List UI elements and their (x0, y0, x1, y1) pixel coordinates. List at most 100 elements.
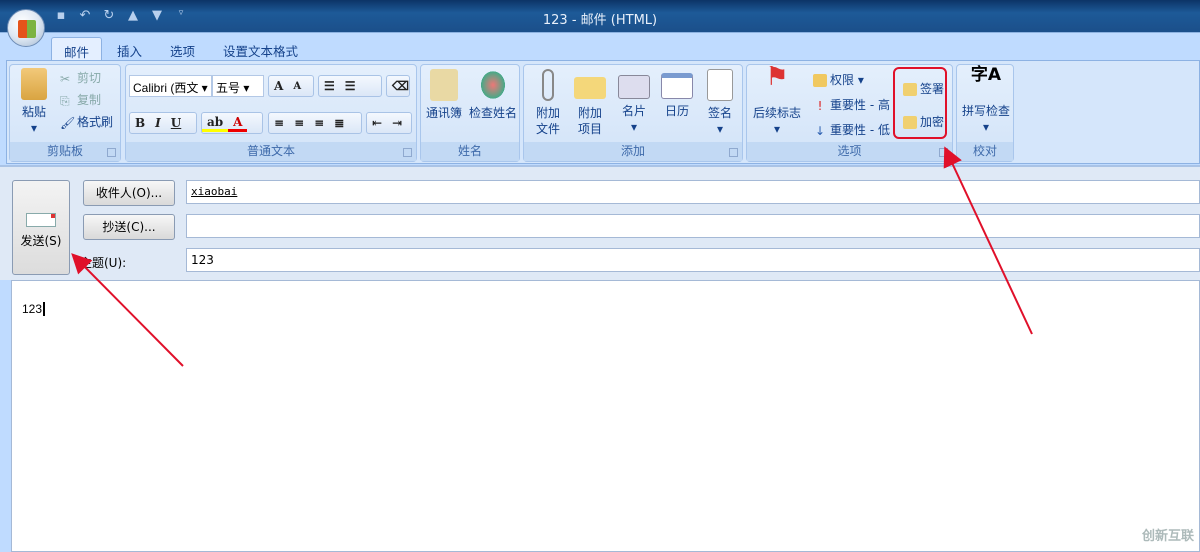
spelling-button[interactable]: 字A 拼写检查 ▾ (959, 67, 1013, 135)
group-include: 附加 文件 附加项目 名片 ▾ 日历 签名 ▾ 添加 (523, 64, 743, 162)
dialog-launcher[interactable] (729, 148, 738, 157)
align-right-icon[interactable]: ≡ (309, 116, 329, 130)
subject-label: 主题(U): (80, 256, 127, 270)
group-label: 普通文本 (126, 142, 416, 161)
body-text: 123 (22, 302, 49, 316)
cc-field[interactable] (186, 214, 1200, 238)
font-size-select[interactable]: 五号 ▾ (212, 75, 264, 97)
attach-item-label: 附加 (577, 106, 602, 120)
paste-button[interactable]: 粘贴 ▾ (14, 68, 54, 136)
send-envelope-icon (26, 213, 56, 227)
exclamation-icon: ! (817, 99, 823, 113)
to-field[interactable]: xiaobai (186, 180, 1200, 204)
calendar-icon (661, 73, 693, 99)
to-button[interactable]: 收件人(O)... (83, 180, 175, 206)
subject-field[interactable]: 123 (186, 248, 1200, 272)
group-names: 通讯簿 检查姓名 姓名 (420, 64, 520, 162)
dialog-launcher[interactable] (107, 148, 116, 157)
align-center-icon[interactable]: ≡ (289, 116, 309, 130)
group-label: 姓名 (421, 142, 519, 161)
signature-label: 签名 (707, 106, 732, 120)
tab-message[interactable]: 邮件 (51, 37, 103, 61)
format-painter-button[interactable]: 🖌 格式刷 (60, 113, 113, 130)
calendar-label: 日历 (664, 104, 689, 118)
format-painter-label: 格式刷 (77, 115, 114, 129)
group-label: 校对 (957, 142, 1013, 161)
tab-insert[interactable]: 插入 (117, 37, 142, 61)
increase-indent-icon[interactable]: ⇥ (387, 116, 407, 130)
attach-file-button[interactable]: 附加 文件 (528, 69, 568, 137)
spelling-label: 拼写检查 (961, 104, 1010, 118)
to-recipient: xiaobai (191, 185, 238, 198)
message-body[interactable]: 123 (11, 280, 1200, 552)
italic-button[interactable]: I (150, 116, 166, 130)
business-card-button[interactable]: 名片 ▾ (614, 69, 654, 135)
group-label: 选项 (747, 142, 952, 161)
group-label: 剪贴板 (10, 142, 120, 161)
spelling-icon: 字A (970, 65, 1002, 85)
office-button[interactable] (7, 9, 45, 47)
low-importance-label: 重要性 - 低 (830, 123, 890, 137)
title-bar: ▪ ↶ ↻ ▲ ▼ ▿ 123 - 邮件 (HTML) (0, 0, 1200, 32)
bold-button[interactable]: B (130, 116, 150, 130)
scissors-icon: ✂ (60, 72, 71, 86)
group-clipboard: 粘贴 ▾ ✂ 剪切 ⎘ 复制 🖌 格式刷 剪贴板 (9, 64, 121, 162)
business-card-icon (618, 75, 650, 99)
clear-format-button[interactable]: ⌫ (386, 75, 410, 97)
low-importance-button[interactable]: ↓ 重要性 - 低 (813, 121, 895, 138)
paperclip-icon (542, 69, 554, 101)
font-select[interactable]: Calibri (西文 ▾ (129, 75, 212, 97)
ribbon: 粘贴 ▾ ✂ 剪切 ⎘ 复制 🖌 格式刷 剪贴板 Calibri (西文 ▾ 五号 ▾ … (6, 60, 1200, 164)
calendar-button[interactable]: 日历 (657, 69, 697, 119)
font-style-buttons: B I U (129, 112, 197, 134)
permission-button[interactable]: 权限 ▾ (813, 71, 864, 88)
window-title: 123 - 邮件 (HTML) (542, 13, 658, 28)
office-logo-icon (18, 20, 36, 38)
grow-font-icon[interactable]: A (269, 79, 288, 93)
shrink-font-icon[interactable]: A (288, 81, 306, 92)
tab-options[interactable]: 选项 (170, 37, 195, 61)
highlight-icon[interactable]: ab (202, 115, 229, 132)
font-grow-shrink[interactable]: AA (268, 75, 314, 97)
flag-icon: ⚑ (765, 62, 789, 92)
clear-format-icon: ⌫ (392, 79, 409, 93)
address-book-button[interactable]: 通讯簿 (423, 69, 465, 121)
permission-label: 权限 (830, 73, 855, 87)
list-buttons[interactable]: ☰ ☰ (318, 75, 382, 97)
justify-icon[interactable]: ≣ (329, 116, 349, 130)
send-button[interactable]: 发送(S) (12, 180, 70, 275)
paste-icon (21, 68, 47, 100)
tab-format-text[interactable]: 设置文本格式 (223, 37, 298, 61)
check-names-label: 检查姓名 (468, 106, 517, 120)
high-importance-label: 重要性 - 高 (830, 98, 890, 112)
signature-icon (707, 69, 733, 101)
permission-icon (813, 74, 827, 87)
envelope-icon (574, 77, 606, 99)
copy-icon: ⎘ (60, 94, 70, 108)
font-value: Calibri (西文 (133, 81, 199, 95)
decrease-indent-icon[interactable]: ⇤ (367, 116, 387, 130)
underline-button[interactable]: U (166, 116, 186, 130)
numbering-icon[interactable]: ☰ (340, 79, 361, 93)
follow-up-button[interactable]: ⚑ 后续标志 ▾ (749, 62, 805, 137)
dialog-launcher[interactable] (939, 148, 948, 157)
check-names-button[interactable]: 检查姓名 (467, 69, 519, 121)
ribbon-tabs: 邮件 插入 选项 设置文本格式 (0, 32, 1200, 61)
group-proofing: 字A 拼写检查 ▾ 校对 (956, 64, 1014, 162)
indent-buttons: ⇤ ⇥ (366, 112, 412, 134)
group-label: 添加 (524, 142, 742, 161)
bullets-icon[interactable]: ☰ (319, 79, 340, 93)
attach-item-label-2: 项目 (577, 122, 602, 136)
attach-item-button[interactable]: 附加 项目 (570, 69, 610, 137)
copy-button[interactable]: ⎘ 复制 (60, 91, 101, 108)
business-card-label: 名片 (621, 104, 646, 118)
align-left-icon[interactable]: ≡ (269, 116, 289, 130)
copy-label: 复制 (77, 93, 102, 107)
signature-button[interactable]: 签名 ▾ (700, 69, 740, 137)
cut-button[interactable]: ✂ 剪切 (60, 69, 101, 86)
cc-button[interactable]: 抄送(C)... (83, 214, 175, 240)
dialog-launcher[interactable] (403, 148, 412, 157)
align-buttons: ≡ ≡ ≡ ≣ (268, 112, 362, 134)
font-color-icon[interactable]: A (228, 115, 248, 132)
high-importance-button[interactable]: ! 重要性 - 高 (813, 96, 895, 113)
